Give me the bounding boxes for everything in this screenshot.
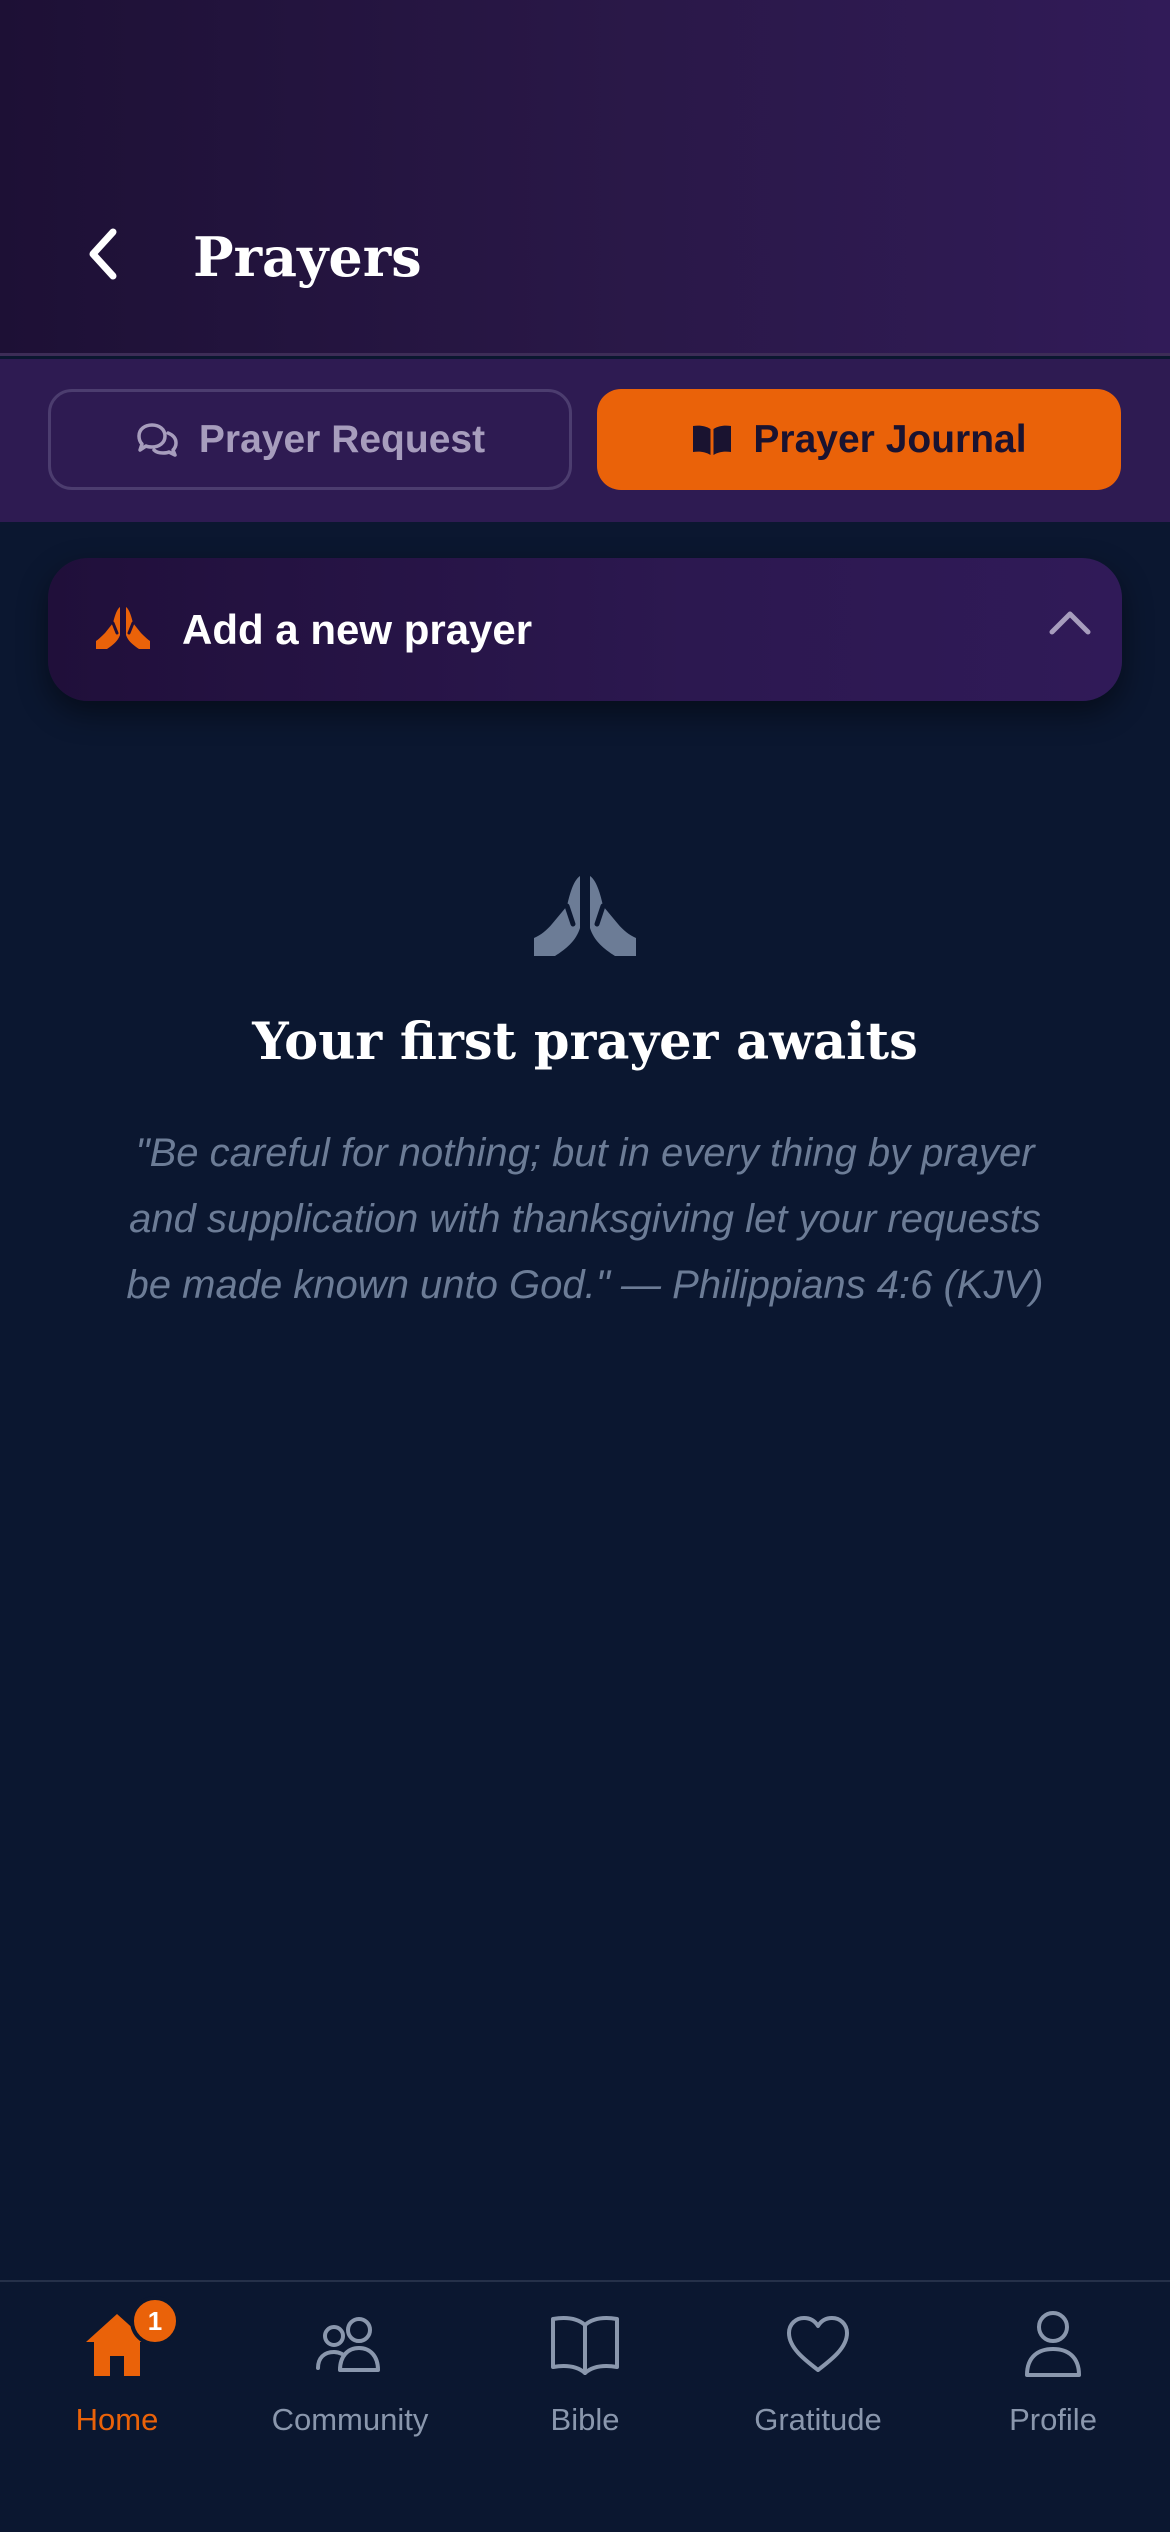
user-icon [1023, 2304, 1083, 2384]
nav-label-home: Home [75, 2402, 159, 2437]
prayers-screen: Prayers Prayer Request Prayer Journal Ad… [0, 0, 1170, 2532]
nav-label-bible: Bible [550, 2402, 620, 2437]
open-book-icon [691, 423, 733, 457]
praying-hands-icon [93, 603, 153, 658]
home-icon: 1 [82, 2296, 180, 2384]
page-title: Prayers [193, 225, 422, 289]
chevron-left-icon [89, 228, 117, 280]
book-icon [549, 2304, 621, 2384]
nav-label-profile: Profile [1009, 2402, 1097, 2437]
users-icon [314, 2304, 386, 2384]
tab-prayer-request-label: Prayer Request [198, 417, 486, 461]
empty-state-quote: "Be careful for nothing; but in every th… [126, 1131, 1044, 1307]
tabs-bar: Prayer Request Prayer Journal [0, 359, 1170, 522]
header: Prayers [0, 0, 1170, 356]
nav-item-home[interactable]: 1 Home [17, 2296, 217, 2454]
notification-badge: 1 [130, 2296, 180, 2346]
back-button[interactable] [70, 218, 134, 290]
tab-prayer-journal-label: Prayer Journal [753, 417, 1027, 461]
nav-item-profile[interactable]: Profile [953, 2304, 1153, 2454]
chevron-up-icon [1048, 608, 1092, 643]
add-prayer-toggle[interactable]: Add a new prayer [48, 558, 1122, 701]
bottom-nav: 1 Home Community Bible Gratitude Profile [0, 2280, 1170, 2532]
tab-prayer-request[interactable]: Prayer Request [48, 389, 572, 490]
nav-item-community[interactable]: Community [250, 2304, 450, 2454]
praying-hands-icon [530, 872, 640, 967]
nav-item-bible[interactable]: Bible [485, 2304, 685, 2454]
chat-bubbles-icon [135, 422, 179, 458]
empty-state-title: Your first prayer awaits [252, 1012, 918, 1072]
tab-prayer-journal[interactable]: Prayer Journal [597, 389, 1121, 490]
heart-icon [785, 2304, 851, 2384]
add-prayer-label: Add a new prayer [182, 606, 533, 653]
nav-item-gratitude[interactable]: Gratitude [718, 2304, 918, 2454]
nav-label-community: Community [271, 2402, 429, 2437]
nav-label-gratitude: Gratitude [754, 2402, 882, 2437]
